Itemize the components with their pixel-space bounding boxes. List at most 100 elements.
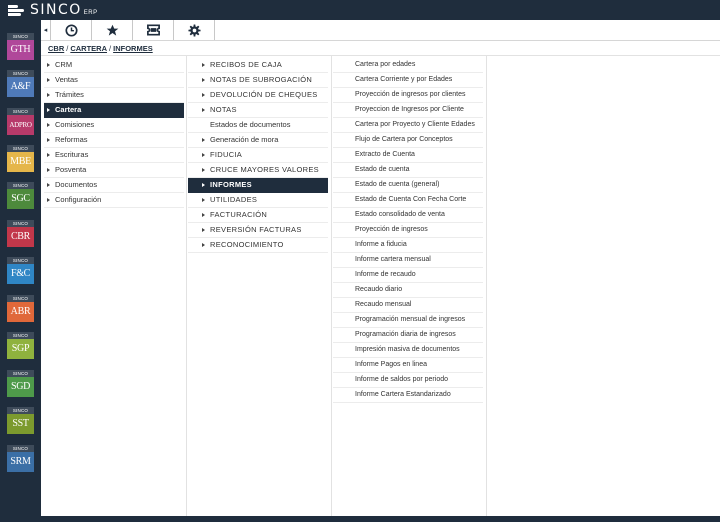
caret-right-icon <box>47 168 50 172</box>
report-link[interactable]: Proyección de ingresos por clientes <box>333 88 483 103</box>
menu-item-configuracion[interactable]: Configuración <box>44 193 184 208</box>
menu-item-notas[interactable]: NOTAS <box>188 103 328 118</box>
report-link[interactable]: Impresión masiva de documentos <box>333 343 483 358</box>
caret-right-icon <box>202 243 205 247</box>
report-link[interactable]: Cartera por Proyecto y Cliente Edades <box>333 118 483 133</box>
breadcrumb-item[interactable]: CARTERA <box>70 44 107 53</box>
menu-item-reversion-facturas[interactable]: REVERSIÓN FACTURAS <box>188 223 328 238</box>
module-sgd[interactable]: SINCO SGD <box>7 370 34 397</box>
module-label: SGC <box>7 189 34 209</box>
caret-right-icon <box>202 93 205 97</box>
module-fc[interactable]: SINCO F&C <box>7 257 34 284</box>
menu-item-tramites[interactable]: Trámites <box>44 88 184 103</box>
tickets-button[interactable] <box>133 20 174 40</box>
menu-item-comisiones[interactable]: Comisiones <box>44 118 184 133</box>
module-af[interactable]: SINCO A&F <box>7 70 34 97</box>
menu-item-facturacion[interactable]: FACTURACIÓN <box>188 208 328 223</box>
report-link[interactable]: Informe de recaudo <box>333 268 483 283</box>
module-label: MBE <box>7 152 34 172</box>
menu-item-ventas[interactable]: Ventas <box>44 73 184 88</box>
module-label: SGD <box>7 377 34 397</box>
report-link[interactable]: Estado consolidado de venta <box>333 208 483 223</box>
caret-right-icon <box>47 78 50 82</box>
report-link[interactable]: Informe Cartera Estandarizado <box>333 388 483 403</box>
report-link[interactable]: Programación diaria de ingresos <box>333 328 483 343</box>
menu-item-fiducia[interactable]: FIDUCIA <box>188 148 328 163</box>
report-link[interactable]: Extracto de Cuenta <box>333 148 483 163</box>
module-sgc[interactable]: SINCO SGC <box>7 182 34 209</box>
caret-right-icon <box>202 108 205 112</box>
report-link[interactable]: Cartera Corriente y por Edades <box>333 73 483 88</box>
breadcrumb-item[interactable]: INFORMES <box>113 44 153 53</box>
app-sub: ERP <box>83 10 98 16</box>
collapse-sidebar-button[interactable]: ◂ <box>41 20 51 40</box>
menu-item-reconocimiento[interactable]: RECONOCIMIENTO <box>188 238 328 253</box>
module-label: F&C <box>7 264 34 284</box>
caret-right-icon <box>202 228 205 232</box>
breadcrumb-divider <box>41 55 720 56</box>
caret-right-icon <box>47 123 50 127</box>
menu-item-crm[interactable]: CRM <box>44 58 184 73</box>
module-label: SGP <box>7 339 34 359</box>
settings-button[interactable] <box>174 20 215 40</box>
app-logo[interactable]: SINCO ERP <box>8 2 98 18</box>
menu-item-estados-de-documentos[interactable]: Estados de documentos <box>188 118 328 133</box>
report-link[interactable]: Proyección de ingresos <box>333 223 483 238</box>
menu-item-documentos[interactable]: Documentos <box>44 178 184 193</box>
report-link[interactable]: Recaudo diario <box>333 283 483 298</box>
caret-right-icon <box>202 183 205 187</box>
menu-item-recibos-de-caja[interactable]: RECIBOS DE CAJA <box>188 58 328 73</box>
caret-right-icon <box>47 138 50 142</box>
report-link[interactable]: Estado de Cuenta Con Fecha Corte <box>333 193 483 208</box>
favorites-button[interactable] <box>92 20 133 40</box>
report-link[interactable]: Informe a fiducia <box>333 238 483 253</box>
module-label: ABR <box>7 302 34 322</box>
menu-item-posventa[interactable]: Posventa <box>44 163 184 178</box>
caret-right-icon <box>202 78 205 82</box>
report-link[interactable]: Proyeccion de Ingresos por Cliente <box>333 103 483 118</box>
module-gth[interactable]: SINCO GTH <box>7 33 34 60</box>
breadcrumb-item[interactable]: CBR <box>48 44 64 53</box>
menu-item-escrituras[interactable]: Escrituras <box>44 148 184 163</box>
menu-item-generacion-de-mora[interactable]: Generación de mora <box>188 133 328 148</box>
menu-item-cruce-mayores-valores[interactable]: CRUCE MAYORES VALORES <box>188 163 328 178</box>
module-label: SRM <box>7 452 34 472</box>
caret-right-icon <box>202 213 205 217</box>
column-divider <box>186 56 187 516</box>
module-mbe[interactable]: SINCO MBE <box>7 145 34 172</box>
module-brand: SINCO <box>7 257 34 264</box>
menu-item-cartera[interactable]: Cartera <box>44 103 184 118</box>
module-adpro[interactable]: SINCO ADPRO <box>7 108 34 135</box>
report-link[interactable]: Informe de saldos por periodo <box>333 373 483 388</box>
report-link[interactable]: Recaudo mensual <box>333 298 483 313</box>
module-sgp[interactable]: SINCO SGP <box>7 332 34 359</box>
report-link[interactable]: Estado de cuenta (general) <box>333 178 483 193</box>
menu-item-utilidades[interactable]: UTILIDADES <box>188 193 328 208</box>
module-brand: SINCO <box>7 33 34 40</box>
menu-item-reformas[interactable]: Reformas <box>44 133 184 148</box>
report-link[interactable]: Flujo de Cartera por Conceptos <box>333 133 483 148</box>
history-button[interactable] <box>51 20 92 40</box>
menu-item-notas-de-subrogacion[interactable]: NOTAS DE SUBROGACIÓN <box>188 73 328 88</box>
report-link[interactable]: Estado de cuenta <box>333 163 483 178</box>
module-sidebar: SINCO GTH SINCO A&F SINCO ADPRO SINCO MB… <box>0 20 41 516</box>
caret-right-icon <box>202 153 205 157</box>
module-brand: SINCO <box>7 295 34 302</box>
menu-item-devolucion-de-cheques[interactable]: DEVOLUCIÓN DE CHEQUES <box>188 88 328 103</box>
chevron-left-icon: ◂ <box>43 27 48 34</box>
menu-column-informes: Cartera por edades Cartera Corriente y p… <box>333 58 483 403</box>
module-cbr[interactable]: SINCO CBR <box>7 220 34 247</box>
caret-right-icon <box>47 198 50 202</box>
module-label: ADPRO <box>7 115 34 135</box>
module-sst[interactable]: SINCO SST <box>7 407 34 434</box>
logo-mark-icon <box>8 4 26 16</box>
menu-item-informes[interactable]: INFORMES <box>188 178 328 193</box>
report-link[interactable]: Cartera por edades <box>333 58 483 73</box>
module-srm[interactable]: SINCO SRM <box>7 445 34 472</box>
report-link[interactable]: Programación mensual de ingresos <box>333 313 483 328</box>
report-link[interactable]: Informe cartera mensual <box>333 253 483 268</box>
module-abr[interactable]: SINCO ABR <box>7 295 34 322</box>
report-link[interactable]: Informe Pagos en linea <box>333 358 483 373</box>
column-divider <box>331 56 332 516</box>
module-brand: SINCO <box>7 220 34 227</box>
